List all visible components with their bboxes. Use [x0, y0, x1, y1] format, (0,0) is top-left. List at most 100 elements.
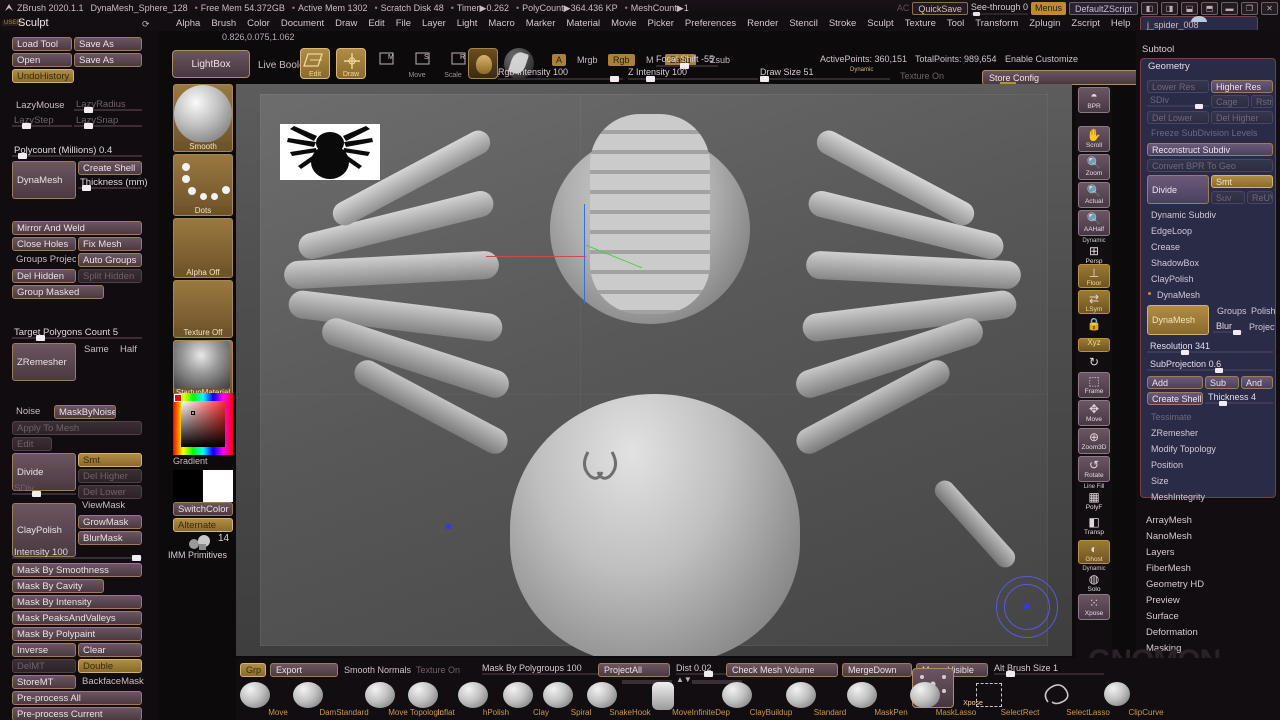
menu-stencil[interactable]: Stencil	[789, 18, 818, 29]
solo-button[interactable]: Dynamic ◍ Solo	[1078, 566, 1110, 593]
crease-button[interactable]: Crease	[1147, 241, 1273, 254]
menu-preferences[interactable]: Preferences	[685, 18, 736, 29]
viewmask-button[interactable]: ViewMask	[78, 499, 142, 513]
convert-bpr-button[interactable]: Convert BPR To Geo	[1147, 159, 1273, 172]
minimize-button[interactable]: ▬	[1221, 1, 1238, 15]
sidebar-item-fibermesh[interactable]: FiberMesh	[1146, 563, 1191, 574]
create-shell-button-right[interactable]: Create Shell	[1147, 392, 1203, 405]
del-hidden-button[interactable]: Del Hidden	[12, 269, 76, 283]
menu-light[interactable]: Light	[457, 18, 478, 29]
lazy-radius-slider[interactable]: LazyRadius	[74, 99, 142, 113]
load-tool-button[interactable]: Load Tool	[12, 37, 72, 51]
scale-button[interactable]: S Scale	[408, 48, 462, 79]
reuv-button[interactable]: ReUV	[1247, 191, 1273, 204]
menu-zscript[interactable]: Zscript	[1071, 18, 1100, 29]
quicksave-button[interactable]: QuickSave	[912, 1, 968, 15]
save-as-button-1[interactable]: Save As	[74, 37, 142, 51]
sdiv-slider-right[interactable]: SDiv	[1147, 95, 1209, 109]
mask-by-smoothness-button[interactable]: Mask By Smoothness	[12, 563, 142, 577]
higher-res-button[interactable]: Higher Res	[1211, 80, 1273, 93]
ghost-button[interactable]: ◐ Ghost	[1078, 540, 1110, 564]
zoom-button[interactable]: 🔍 Zoom	[1078, 154, 1110, 180]
dynamesh-button[interactable]: DynaMesh	[12, 161, 76, 199]
cage-button[interactable]: Cage	[1211, 95, 1249, 108]
smt-toggle-left[interactable]: Smt	[78, 453, 142, 467]
delmt-button[interactable]: DelMT	[12, 659, 76, 673]
menu-zplugin[interactable]: Zplugin	[1029, 18, 1060, 29]
split-hidden-button[interactable]: Split Hidden	[78, 269, 142, 283]
floor-button[interactable]: ⊥ Floor	[1078, 264, 1110, 288]
lsym-button[interactable]: ⇄ LSym	[1078, 290, 1110, 314]
viewport-canvas[interactable]: ↱ BOTTOM	[236, 84, 1072, 656]
freeze-subdivision-button[interactable]: Freeze SubDivision Levels	[1147, 127, 1273, 140]
menu-file[interactable]: File	[396, 18, 411, 29]
edit-button[interactable]: Edit	[300, 48, 330, 79]
stroke-swatch[interactable]: Dots	[173, 154, 233, 216]
brush-dam-standard[interactable]: DamStandard	[272, 682, 369, 717]
menus-button[interactable]: Menus	[1030, 1, 1066, 15]
mask-by-cavity-button[interactable]: Mask By Cavity	[12, 579, 104, 593]
add-button[interactable]: Add	[1147, 376, 1203, 389]
resolution-slider[interactable]: Resolution 341	[1147, 341, 1273, 355]
export-button[interactable]: Export	[270, 663, 338, 677]
divide-button-right[interactable]: Divide	[1147, 175, 1209, 204]
inverse-button[interactable]: Inverse	[12, 643, 76, 657]
sidebar-item-deformation[interactable]: Deformation	[1146, 627, 1198, 638]
lazy-snap-slider[interactable]: LazySnap	[74, 115, 142, 129]
material-swatch[interactable]: StartupMaterial	[173, 340, 233, 398]
project-all-button[interactable]: ProjectAll	[598, 663, 670, 677]
menu-movie[interactable]: Movie	[611, 18, 636, 29]
storemt-button[interactable]: StoreMT	[12, 675, 76, 689]
menu-picker[interactable]: Picker	[648, 18, 674, 29]
mask-by-noise-button[interactable]: MaskByNoise	[54, 405, 116, 419]
fix-mesh-button[interactable]: Fix Mesh	[78, 237, 142, 251]
menu-document[interactable]: Document	[281, 18, 324, 29]
close-holes-button[interactable]: Close Holes	[12, 237, 76, 251]
groups-project-button[interactable]: Groups Project	[12, 253, 76, 267]
menu-material[interactable]: Material	[566, 18, 600, 29]
lower-res-button[interactable]: Lower Res	[1147, 80, 1209, 93]
groups-button[interactable]: Groups	[1213, 305, 1247, 318]
zscript-button[interactable]: DefaultZScript	[1068, 1, 1138, 15]
sidebar-item-surface[interactable]: Surface	[1146, 611, 1179, 622]
tray-left-icon[interactable]: ⬓	[1181, 1, 1198, 15]
bpr-button[interactable]: ◓ BPR	[1078, 87, 1110, 113]
enable-customize-toggle[interactable]: Enable Customize	[1005, 54, 1078, 64]
mask-by-polypaint-button[interactable]: Mask By Polypaint	[12, 627, 142, 641]
texture-on-toggle-bottom[interactable]: Texture On	[416, 665, 460, 675]
grp-toggle[interactable]: Grp	[240, 663, 266, 677]
sdiv-slider-left[interactable]: SDiv	[12, 483, 76, 497]
palette-toggle-left-icon[interactable]: ◧	[1141, 1, 1158, 15]
xpose-strip-button[interactable]: ⁙ Xpose	[1078, 594, 1110, 620]
and-button[interactable]: And	[1241, 376, 1273, 389]
menu-transform[interactable]: Transform	[975, 18, 1018, 29]
mesh-integrity-button[interactable]: MeshIntegrity	[1147, 491, 1273, 504]
gradient-label[interactable]: Gradient	[173, 456, 208, 466]
open-button[interactable]: Open	[12, 53, 72, 67]
palette-toggle-right-icon[interactable]: ◨	[1161, 1, 1178, 15]
del-lower-button-left[interactable]: Del Lower	[78, 485, 142, 499]
save-as-button-2[interactable]: Save As	[74, 53, 142, 67]
clear-button[interactable]: Clear	[78, 643, 142, 657]
noise-button[interactable]: Noise	[12, 405, 60, 419]
thickness-slider-right[interactable]: Thickness 4	[1205, 392, 1273, 406]
refresh-icon[interactable]: ⟳	[142, 19, 150, 30]
half-button[interactable]: Half	[116, 343, 144, 357]
texture-on-toggle[interactable]: Texture On	[900, 71, 944, 81]
menu-texture[interactable]: Texture	[905, 18, 936, 29]
menu-tool[interactable]: Tool	[947, 18, 964, 29]
rgb-toggle[interactable]: Rgb	[608, 54, 635, 66]
brush-claybuildup[interactable]: ClayBuildup	[703, 682, 792, 717]
edit-button-left[interactable]: Edit	[12, 437, 52, 451]
polycount-slider[interactable]: Polycount (Millions) 0.4	[12, 145, 142, 159]
z-intensity-slider[interactable]: Z Intensity 100	[628, 67, 758, 82]
texture-swatch[interactable]: Texture Off	[173, 280, 233, 338]
reconstruct-subdiv-button[interactable]: Reconstruct Subdiv	[1147, 143, 1273, 156]
lazy-step-slider[interactable]: LazyStep	[12, 115, 72, 129]
brush-selectlasso[interactable]: SelectLasso	[1022, 682, 1110, 717]
growmask-button[interactable]: GrowMask	[78, 515, 142, 529]
secondary-color-swatch[interactable]	[203, 470, 233, 502]
brush-masklasso[interactable]: MaskLasso	[894, 682, 976, 717]
project-button[interactable]: Project	[1245, 321, 1275, 334]
backface-mask-toggle[interactable]: BackfaceMask	[78, 675, 146, 689]
